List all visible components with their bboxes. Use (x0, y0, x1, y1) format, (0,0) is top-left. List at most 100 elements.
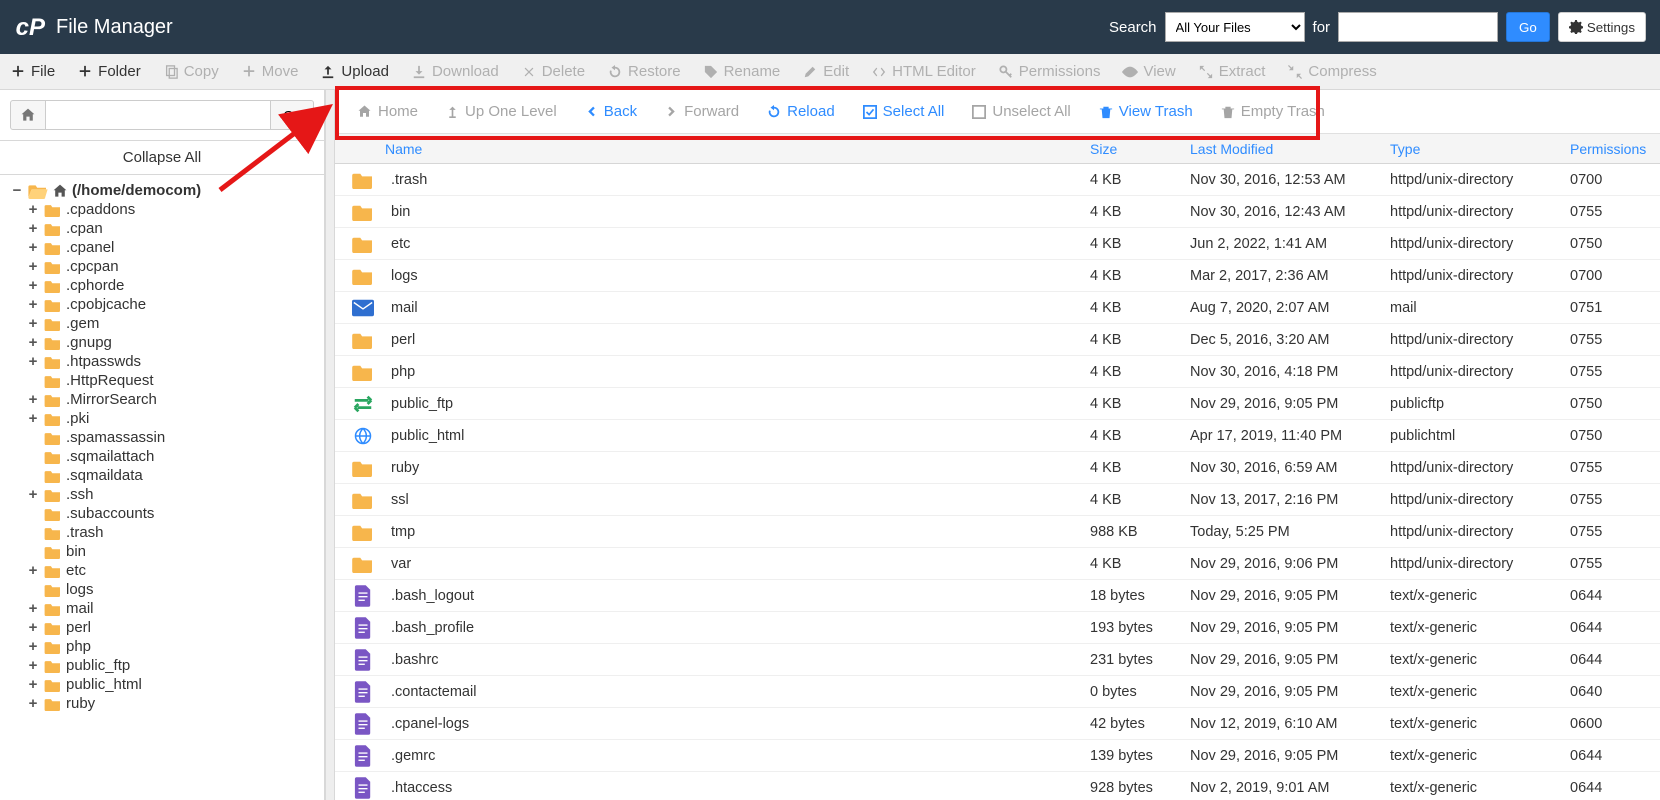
tree-item[interactable]: .subaccounts (26, 504, 324, 523)
file-button[interactable]: File (10, 63, 55, 80)
tree-item[interactable]: +.cpaddons (26, 200, 324, 219)
path-home-button[interactable] (10, 100, 46, 130)
tree-item[interactable]: +php (26, 637, 324, 656)
tree-item[interactable]: +.cpobjcache (26, 295, 324, 314)
tree-item[interactable]: +public_ftp (26, 656, 324, 675)
tree-toggle-icon[interactable]: + (26, 391, 40, 408)
tree-item[interactable]: +.MirrorSearch (26, 390, 324, 409)
table-row[interactable]: etc 4 KB Jun 2, 2022, 1:41 AM httpd/unix… (335, 228, 1660, 260)
table-row[interactable]: .bash_logout 18 bytes Nov 29, 2016, 9:05… (335, 580, 1660, 612)
delete-button[interactable]: Delete (521, 63, 585, 80)
download-button[interactable]: Download (411, 63, 499, 80)
tree-toggle-icon[interactable]: + (26, 600, 40, 617)
table-row[interactable]: public_html 4 KB Apr 17, 2019, 11:40 PM … (335, 420, 1660, 452)
table-row[interactable]: .bash_profile 193 bytes Nov 29, 2016, 9:… (335, 612, 1660, 644)
tree-item[interactable]: +etc (26, 561, 324, 580)
reload-button[interactable]: Reload (767, 103, 835, 120)
folder-button[interactable]: Folder (77, 63, 141, 80)
tree-item[interactable]: bin (26, 542, 324, 561)
table-row[interactable]: .gemrc 139 bytes Nov 29, 2016, 9:05 PM t… (335, 740, 1660, 772)
back-button[interactable]: Back (585, 103, 637, 120)
tree-item[interactable]: .sqmailattach (26, 447, 324, 466)
search-go-button[interactable]: Go (1506, 12, 1550, 42)
tree-toggle-icon[interactable]: + (26, 562, 40, 579)
table-row[interactable]: ruby 4 KB Nov 30, 2016, 6:59 AM httpd/un… (335, 452, 1660, 484)
empty-trash-button[interactable]: Empty Trash (1221, 103, 1325, 120)
table-row[interactable]: var 4 KB Nov 29, 2016, 9:06 PM httpd/uni… (335, 548, 1660, 580)
table-row[interactable]: mail 4 KB Aug 7, 2020, 2:07 AM mail 0751 (335, 292, 1660, 324)
table-row[interactable]: tmp 988 KB Today, 5:25 PM httpd/unix-dir… (335, 516, 1660, 548)
tree-item[interactable]: .HttpRequest (26, 371, 324, 390)
tree-toggle-icon[interactable]: + (26, 486, 40, 503)
table-row[interactable]: perl 4 KB Dec 5, 2016, 3:20 AM httpd/uni… (335, 324, 1660, 356)
table-row[interactable]: .contactemail 0 bytes Nov 29, 2016, 9:05… (335, 676, 1660, 708)
restore-button[interactable]: Restore (607, 63, 681, 80)
tree-toggle-icon[interactable]: + (26, 695, 40, 712)
tree-toggle-icon[interactable]: + (26, 676, 40, 693)
col-modified-header[interactable]: Last Modified (1190, 141, 1390, 157)
copy-button[interactable]: Copy (163, 63, 219, 80)
tree-toggle-icon[interactable]: + (26, 258, 40, 275)
tree-toggle-icon[interactable]: + (26, 657, 40, 674)
nav-home-button[interactable]: Home (357, 103, 418, 120)
compress-button[interactable]: Compress (1287, 63, 1376, 80)
tree-toggle-icon[interactable]: + (26, 239, 40, 256)
table-row[interactable]: logs 4 KB Mar 2, 2017, 2:36 AM httpd/uni… (335, 260, 1660, 292)
unselect-all-button[interactable]: Unselect All (972, 103, 1070, 120)
tree-item[interactable]: +public_html (26, 675, 324, 694)
tree-item[interactable]: +.htpasswds (26, 352, 324, 371)
tree-toggle-icon[interactable]: + (26, 296, 40, 313)
col-permissions-header[interactable]: Permissions (1570, 141, 1660, 157)
tree-item[interactable]: +perl (26, 618, 324, 637)
col-type-header[interactable]: Type (1390, 141, 1570, 157)
tree-root[interactable]: − (/home/democom) (10, 181, 324, 200)
tree-toggle-icon[interactable]: + (26, 334, 40, 351)
move-button[interactable]: Move (241, 63, 299, 80)
table-row[interactable]: .htaccess 928 bytes Nov 2, 2019, 9:01 AM… (335, 772, 1660, 800)
path-go-button[interactable]: Go (271, 100, 314, 130)
settings-button[interactable]: Settings (1558, 12, 1646, 42)
edit-button[interactable]: Edit (802, 63, 849, 80)
tree-item[interactable]: +mail (26, 599, 324, 618)
tree-item[interactable]: .trash (26, 523, 324, 542)
extract-button[interactable]: Extract (1198, 63, 1266, 80)
rename-button[interactable]: Rename (703, 63, 781, 80)
collapse-all-button[interactable]: Collapse All (0, 141, 324, 175)
table-row[interactable]: .trash 4 KB Nov 30, 2016, 12:53 AM httpd… (335, 164, 1660, 196)
tree-toggle-icon[interactable]: + (26, 201, 40, 218)
tree-toggle-icon[interactable]: + (26, 353, 40, 370)
table-row[interactable]: public_ftp 4 KB Nov 29, 2016, 9:05 PM pu… (335, 388, 1660, 420)
tree-item[interactable]: logs (26, 580, 324, 599)
tree-toggle-icon[interactable]: + (26, 315, 40, 332)
tree-item[interactable]: +.gnupg (26, 333, 324, 352)
sidebar-resizer[interactable] (325, 90, 335, 800)
col-name-header[interactable]: Name (335, 141, 1090, 157)
table-row[interactable]: bin 4 KB Nov 30, 2016, 12:43 AM httpd/un… (335, 196, 1660, 228)
upload-button[interactable]: Upload (320, 63, 389, 80)
tree-toggle-icon[interactable]: + (26, 410, 40, 427)
tree-toggle-icon[interactable]: − (10, 182, 24, 199)
tree-item[interactable]: +.cpcpan (26, 257, 324, 276)
tree-item[interactable]: +.gem (26, 314, 324, 333)
tree-item[interactable]: +ruby (26, 694, 324, 713)
tree-item[interactable]: +.ssh (26, 485, 324, 504)
tree-toggle-icon[interactable]: + (26, 619, 40, 636)
search-scope-select[interactable]: All Your Files (1165, 12, 1305, 42)
tree-item[interactable]: +.cpan (26, 219, 324, 238)
view-button[interactable]: View (1122, 63, 1175, 80)
tree-item[interactable]: .sqmaildata (26, 466, 324, 485)
permissions-button[interactable]: Permissions (998, 63, 1101, 80)
forward-button[interactable]: Forward (665, 103, 739, 120)
select-all-button[interactable]: Select All (863, 103, 945, 120)
table-row[interactable]: php 4 KB Nov 30, 2016, 4:18 PM httpd/uni… (335, 356, 1660, 388)
tree-toggle-icon[interactable]: + (26, 638, 40, 655)
view-trash-button[interactable]: View Trash (1099, 103, 1193, 120)
tree-item[interactable]: +.pki (26, 409, 324, 428)
table-row[interactable]: ssl 4 KB Nov 13, 2017, 2:16 PM httpd/uni… (335, 484, 1660, 516)
tree-item[interactable]: +.cphorde (26, 276, 324, 295)
col-size-header[interactable]: Size (1090, 141, 1190, 157)
tree-item[interactable]: .spamassassin (26, 428, 324, 447)
table-row[interactable]: .cpanel-logs 42 bytes Nov 12, 2019, 6:10… (335, 708, 1660, 740)
tree-toggle-icon[interactable]: + (26, 220, 40, 237)
html-editor-button[interactable]: HTML Editor (871, 63, 976, 80)
